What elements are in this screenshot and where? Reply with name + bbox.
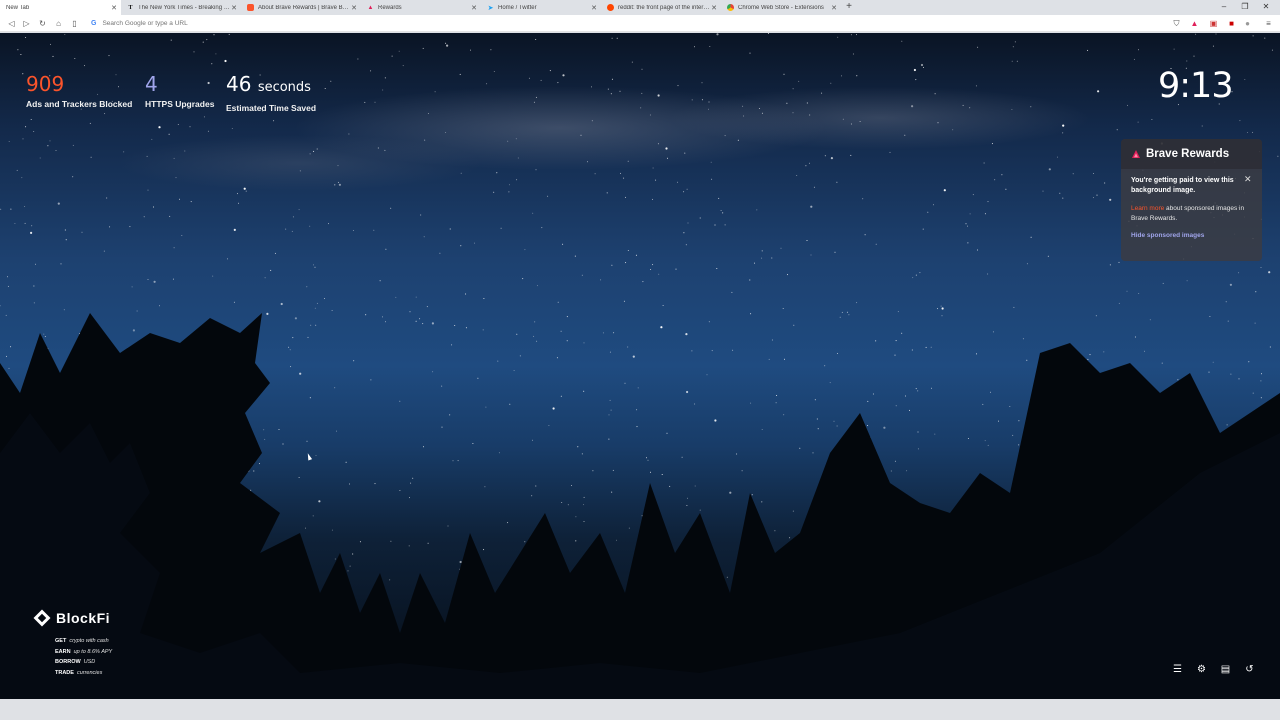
brave-icon: [247, 4, 254, 11]
close-icon[interactable]: ✕: [350, 4, 358, 12]
stat-https-upgrades: 4 HTTPS Upgrades: [145, 73, 214, 109]
tab-label: About Brave Rewards | Brave Browser: [258, 4, 350, 11]
gear-icon[interactable]: ⚙: [1195, 663, 1208, 676]
close-icon[interactable]: ✕: [1244, 174, 1252, 185]
close-icon[interactable]: ✕: [230, 4, 238, 12]
tab-label: reddit: the front page of the internet: [618, 4, 710, 11]
time-saved-number: 46: [226, 72, 252, 96]
time-saved-label: Estimated Time Saved: [226, 103, 317, 113]
close-icon[interactable]: ✕: [710, 4, 718, 12]
ads-blocked-count: 909: [26, 72, 65, 96]
rewards-icon[interactable]: ▲: [1189, 18, 1200, 29]
webstore-icon: [727, 4, 734, 11]
rewards-header: Brave Rewards: [1121, 139, 1262, 169]
stat-ads-blocked: 909 Ads and Trackers Blocked: [26, 73, 132, 109]
rewards-icon: [1132, 150, 1140, 158]
tab-strip: New Tab ✕ T The New York Times - Breakin…: [0, 0, 1280, 15]
close-icon[interactable]: ✕: [470, 4, 478, 12]
bookmarks-icon[interactable]: ▤: [1219, 663, 1232, 676]
tab-label: Home / Twitter: [498, 4, 537, 11]
nyt-icon: T: [128, 4, 133, 11]
close-icon[interactable]: ✕: [830, 4, 838, 12]
https-upgrades-label: HTTPS Upgrades: [145, 99, 215, 109]
sponsor-tagline: GET crypto with cash EARN up to 8.6% APY B…: [55, 636, 112, 678]
tab-rewards[interactable]: ▲ Rewards ✕: [361, 0, 481, 15]
menu-icon[interactable]: ≡: [1263, 18, 1274, 29]
toolbar: ◁ ▷ ↻ ⌂ ▯ G ⛉ ▲ ▣ ■ ● ≡: [0, 15, 1280, 32]
maximize-button[interactable]: ❐: [1235, 2, 1255, 11]
tab-label: The New York Times - Breaking News: [138, 4, 230, 11]
omnibox[interactable]: G: [88, 17, 1163, 30]
brave-rewards-notification: Brave Rewards ✕ You're getting paid to v…: [1121, 139, 1262, 261]
tab-nyt[interactable]: T The New York Times - Breaking News ✕: [121, 0, 241, 15]
tab-new-tab[interactable]: New Tab ✕: [0, 0, 121, 15]
rewards-message: You're getting paid to view this backgro…: [1131, 177, 1234, 194]
address-input[interactable]: [102, 20, 703, 27]
tagline-line: GET crypto with cash: [55, 638, 109, 644]
extension-icon[interactable]: ▣: [1208, 18, 1219, 29]
close-icon[interactable]: ✕: [590, 4, 598, 12]
time-saved-unit: seconds: [257, 80, 311, 95]
tab-label: Chrome Web Store - Extensions: [738, 4, 824, 11]
blockfi-icon: [33, 609, 51, 627]
tab-twitter[interactable]: ➤ Home / Twitter ✕: [481, 0, 601, 15]
home-button[interactable]: ⌂: [53, 18, 64, 29]
window-close-button[interactable]: ✕: [1256, 2, 1276, 11]
sponsor-logo[interactable]: BlockFi: [33, 609, 111, 627]
bookmark-button[interactable]: ▯: [69, 18, 80, 29]
background-image: [0, 33, 1280, 699]
sponsor-name: BlockFi: [56, 610, 111, 626]
tagline-line: TRADE currencies: [55, 669, 103, 676]
tagline-line: EARN up to 8.6% APY: [55, 648, 113, 655]
reddit-icon: [607, 4, 614, 11]
brave-shields-icon[interactable]: ⛉: [1171, 18, 1182, 29]
time-saved-value: 46 seconds: [226, 73, 316, 99]
rewards-title: Brave Rewards: [1146, 148, 1230, 160]
tagline-line: BORROW USD: [55, 659, 96, 665]
tab-webstore[interactable]: Chrome Web Store - Extensions ✕: [721, 0, 841, 15]
close-icon[interactable]: ✕: [110, 4, 118, 12]
history-icon[interactable]: ↺: [1243, 663, 1256, 676]
tab-about-rewards[interactable]: About Brave Rewards | Brave Browser ✕: [241, 0, 361, 15]
new-tab-page: 909 Ads and Trackers Blocked 4 HTTPS Upg…: [0, 33, 1280, 699]
ads-blocked-label: Ads and Trackers Blocked: [26, 99, 133, 109]
back-button[interactable]: ◁: [6, 18, 17, 29]
minimize-button[interactable]: –: [1214, 2, 1234, 11]
new-tab-button[interactable]: +: [843, 1, 855, 13]
reload-button[interactable]: ↻: [37, 18, 48, 29]
window-bottom-edge: [0, 699, 1280, 720]
forward-button[interactable]: ▷: [21, 18, 32, 29]
clock: 9:13: [1158, 66, 1234, 106]
learn-more-link[interactable]: Learn more: [1131, 205, 1164, 212]
twitter-icon: ➤: [487, 4, 494, 12]
extension-icon[interactable]: ■: [1226, 18, 1237, 29]
extension-icon[interactable]: ●: [1242, 18, 1253, 29]
customize-icon[interactable]: ☰: [1171, 663, 1184, 676]
tab-label: Rewards: [378, 4, 402, 11]
google-icon: G: [91, 20, 97, 27]
tab-reddit[interactable]: reddit: the front page of the internet ✕: [601, 0, 721, 15]
hide-sponsored-images-link[interactable]: Hide sponsored images: [1131, 232, 1204, 239]
rewards-icon: ▲: [367, 4, 374, 11]
stat-time-saved: 46 seconds Estimated Time Saved: [226, 73, 316, 113]
tab-label: New Tab: [6, 4, 30, 11]
https-upgrades-count: 4: [145, 72, 158, 96]
rewards-learn-more-text: Learn more about sponsored images in Bra…: [1131, 204, 1255, 223]
